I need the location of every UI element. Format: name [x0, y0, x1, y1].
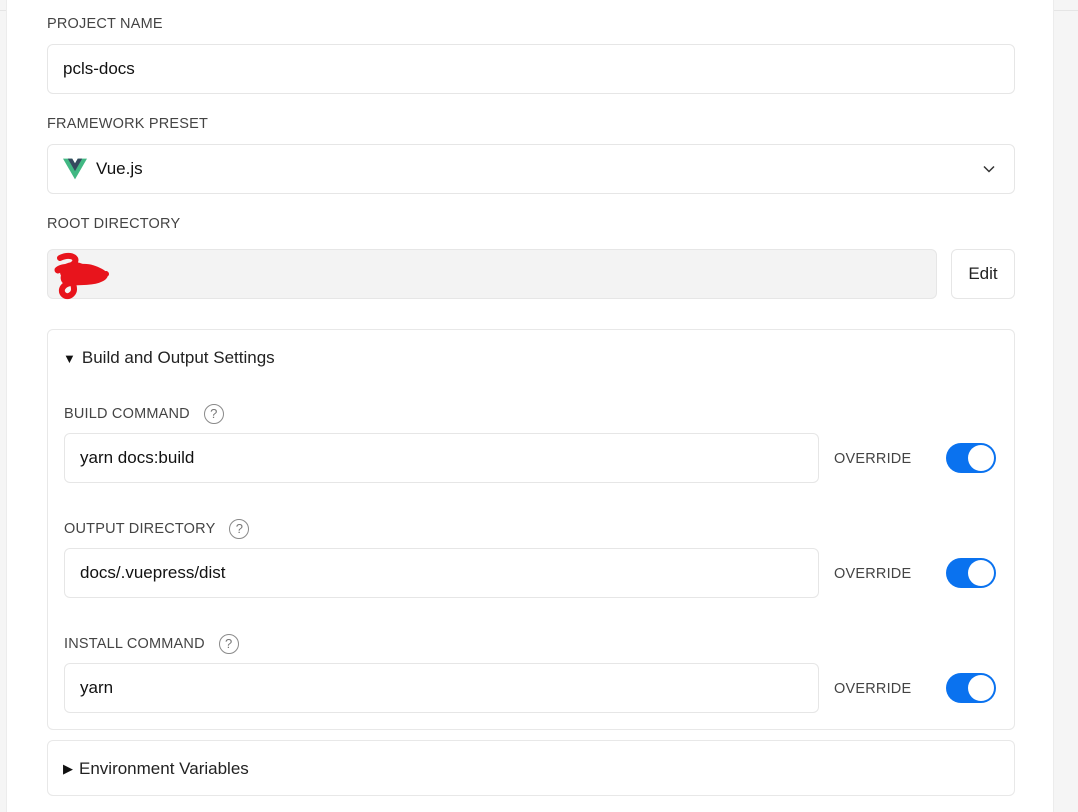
help-icon[interactable]: ?	[218, 634, 239, 654]
output-directory-value: docs/.vuepress/dist	[80, 563, 226, 582]
build-command-value: yarn docs:build	[80, 448, 195, 467]
install-command-value: yarn	[80, 678, 114, 697]
build-command-label-row: BUILD COMMAND?	[64, 404, 224, 424]
help-icon[interactable]: ?	[203, 404, 224, 424]
output-directory-label: OUTPUT DIRECTORY	[64, 520, 216, 537]
build-command-override-label: OVERRIDE	[834, 451, 912, 467]
root-directory-input	[47, 249, 937, 299]
install-command-input[interactable]: yarn	[64, 663, 819, 713]
build-output-settings-toggle[interactable]: ▼ Build and Output Settings	[63, 348, 275, 368]
build-command-input[interactable]: yarn docs:build	[64, 433, 819, 483]
install-command-label: INSTALL COMMAND	[64, 635, 205, 652]
redaction-scribble	[54, 252, 109, 300]
edit-button-label: Edit	[968, 264, 998, 283]
build-command-override-toggle[interactable]	[946, 443, 996, 473]
triangle-down-icon: ▼	[63, 350, 76, 366]
help-icon[interactable]: ?	[229, 519, 250, 539]
install-command-override-label: OVERRIDE	[834, 681, 912, 697]
output-directory-label-row: OUTPUT DIRECTORY?	[64, 519, 250, 539]
toggle-knob	[968, 675, 994, 701]
vue-logo-icon	[63, 158, 87, 180]
toggle-knob	[968, 560, 994, 586]
build-output-settings-title: Build and Output Settings	[81, 348, 275, 367]
project-name-label: PROJECT NAME	[47, 16, 163, 32]
edit-root-directory-button[interactable]: Edit	[951, 249, 1015, 299]
framework-preset-label: FRAMEWORK PRESET	[47, 116, 209, 132]
output-directory-input[interactable]: docs/.vuepress/dist	[64, 548, 819, 598]
environment-variables-toggle[interactable]: ▶ Environment Variables	[63, 759, 249, 779]
build-command-label: BUILD COMMAND	[64, 405, 190, 422]
project-name-value: pcls-docs	[63, 59, 135, 78]
toggle-knob	[968, 445, 994, 471]
chevron-down-icon	[983, 165, 995, 173]
output-directory-override-label: OVERRIDE	[834, 566, 912, 582]
triangle-right-icon: ▶	[63, 761, 73, 776]
framework-preset-value: Vue.js	[96, 159, 143, 178]
root-directory-label: ROOT DIRECTORY	[47, 216, 181, 232]
framework-preset-select[interactable]: Vue.js	[47, 144, 1015, 194]
settings-card: PROJECT NAME pcls-docs FRAMEWORK PRESET …	[6, 0, 1054, 812]
output-directory-override-toggle[interactable]	[946, 558, 996, 588]
environment-variables-panel: ▶ Environment Variables	[47, 740, 1015, 796]
project-name-input[interactable]: pcls-docs	[47, 44, 1015, 94]
install-command-label-row: INSTALL COMMAND?	[64, 634, 239, 654]
install-command-override-toggle[interactable]	[946, 673, 996, 703]
build-output-settings-panel: ▼ Build and Output Settings BUILD COMMAN…	[47, 329, 1015, 730]
environment-variables-title: Environment Variables	[79, 759, 249, 778]
